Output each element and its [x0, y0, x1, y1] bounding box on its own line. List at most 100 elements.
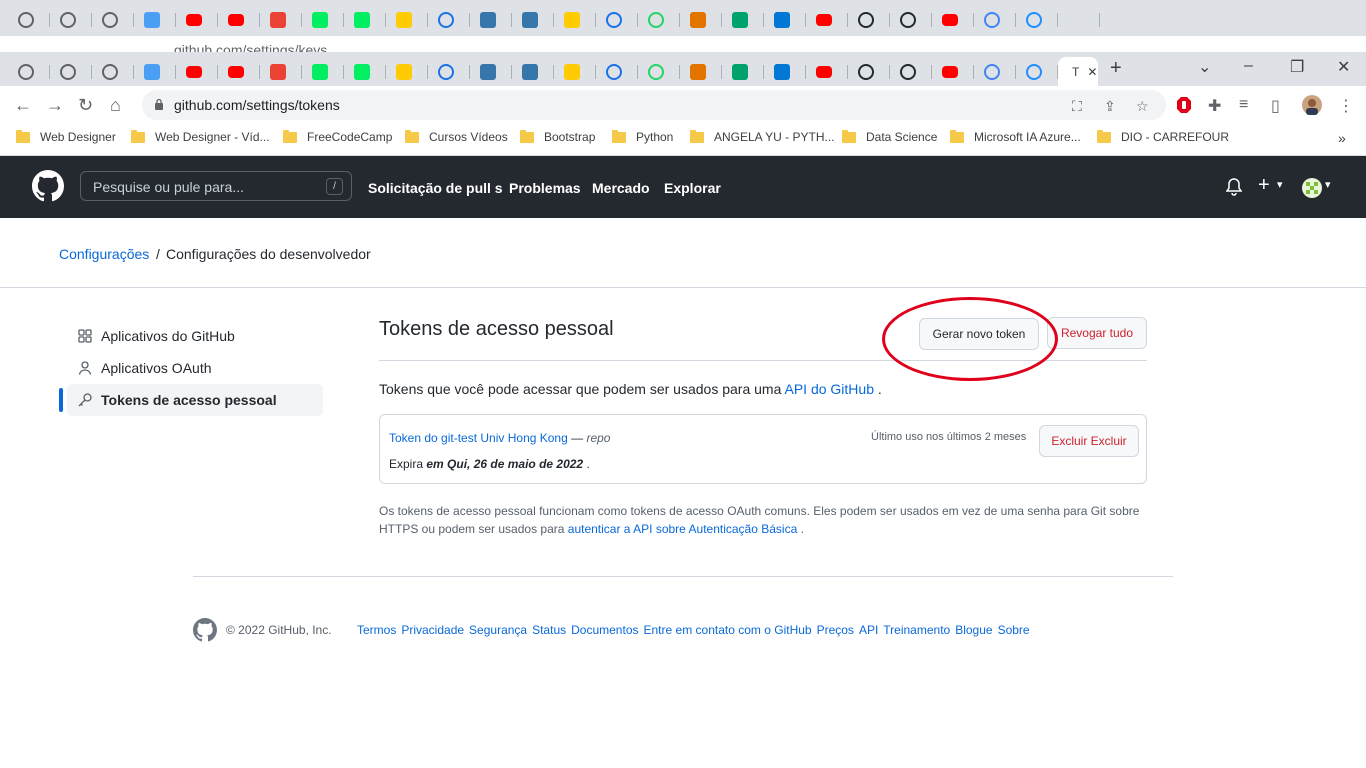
bookmark-item[interactable]: Web Designer [16, 129, 116, 144]
globe-icon [60, 11, 76, 28]
browser-tab[interactable] [596, 57, 638, 86]
browser-tab[interactable] [134, 57, 176, 86]
browser-tab[interactable] [554, 57, 596, 86]
identicon-avatar[interactable] [1302, 178, 1322, 198]
bookmark-item[interactable]: Python [612, 129, 673, 144]
browser-tab[interactable] [764, 57, 806, 86]
share-icon[interactable]: ⇪ [1104, 98, 1116, 115]
token-name-link[interactable]: Token do git-test Univ Hong Kong [389, 431, 568, 445]
footer-link[interactable]: Blogue [955, 623, 992, 637]
browser-tab[interactable] [890, 57, 932, 86]
restore-button[interactable]: ❐ [1290, 57, 1304, 77]
adblock-icon[interactable] [1176, 96, 1192, 114]
browser-tab[interactable] [92, 57, 134, 86]
extensions-icon[interactable]: ✚ [1208, 96, 1221, 116]
translate-icon[interactable]: ⛶ [1072, 98, 1082, 115]
browser-tab[interactable] [638, 57, 680, 86]
nav-explore[interactable]: Explorar [664, 180, 721, 196]
basic-auth-link[interactable]: autenticar a API sobre Autenticação Bási… [568, 522, 797, 536]
browser-tab[interactable] [302, 57, 344, 86]
nav-pull-requests[interactable]: Solicitação de pull s [368, 180, 503, 196]
chevron-down-icon[interactable]: ⌄ [1198, 57, 1211, 77]
profile-avatar[interactable] [1302, 95, 1322, 115]
close-tab-icon[interactable]: ✕ [1087, 65, 1097, 79]
minimize-button[interactable]: – [1244, 57, 1253, 75]
ghost-tab [92, 5, 134, 34]
browser-tab[interactable] [680, 57, 722, 86]
address-bar[interactable]: github.com/settings/tokens ⛶ ⇪ ☆ [142, 90, 1166, 120]
footer-link[interactable]: Privacidade [401, 623, 464, 637]
bookmark-item[interactable]: Bootstrap [520, 129, 595, 144]
browser-tab[interactable] [806, 57, 848, 86]
footer-copyright: © 2022 GitHub, Inc. [226, 623, 332, 637]
media-icon[interactable]: ≡ [1239, 96, 1248, 114]
search-input[interactable]: Pesquise ou pule para... / [80, 171, 352, 201]
menu-icon[interactable]: ⋮ [1338, 96, 1354, 116]
browser-tab[interactable] [512, 57, 554, 86]
breadcrumb-settings-link[interactable]: Configurações [59, 246, 149, 262]
bookmark-item[interactable]: Cursos Vídeos [405, 129, 508, 144]
bookmark-item[interactable]: DIO - CARREFOUR [1097, 129, 1229, 144]
sidebar-item-personal-tokens[interactable]: Tokens de acesso pessoal [67, 384, 323, 416]
browser-tab[interactable] [428, 57, 470, 86]
ghost-tab [302, 5, 344, 34]
github-api-link[interactable]: API do GitHub [784, 381, 874, 397]
browser-tab[interactable] [722, 57, 764, 86]
browser-tab[interactable] [470, 57, 512, 86]
footer-link[interactable]: API [859, 623, 878, 637]
back-icon[interactable]: ← [14, 95, 32, 116]
browser-tab[interactable] [848, 57, 890, 86]
bookmark-item[interactable]: FreeCodeCamp [283, 129, 392, 144]
footer-link[interactable]: Preços [817, 623, 854, 637]
star-icon[interactable]: ☆ [1136, 98, 1149, 115]
google-icon [984, 63, 1000, 80]
reload-icon[interactable]: ↻ [78, 95, 93, 116]
ghost-tab [176, 5, 218, 34]
user-avatar[interactable] [1302, 334, 1322, 354]
avatar-caret-icon[interactable]: ▾ [1325, 178, 1331, 191]
nav-marketplace[interactable]: Mercado [592, 180, 650, 196]
bookmarks-overflow-icon[interactable]: » [1338, 130, 1346, 146]
new-tab-button[interactable]: + [1110, 57, 1122, 80]
footer-link[interactable]: Termos [357, 623, 396, 637]
browser-tab[interactable] [974, 57, 1016, 86]
browser-tab[interactable] [344, 57, 386, 86]
footer-link[interactable]: Status [532, 623, 566, 637]
browser-tab[interactable] [260, 57, 302, 86]
browser-tab[interactable] [386, 57, 428, 86]
bookmark-item[interactable]: Web Designer - Víd... [131, 129, 270, 144]
footer-link[interactable]: Documentos [571, 623, 638, 637]
sidebar-item-github-apps[interactable]: Aplicativos do GitHub [67, 320, 323, 352]
bell-icon[interactable] [1226, 178, 1242, 196]
sidebar-item-oauth-apps[interactable]: Aplicativos OAuth [67, 352, 323, 384]
browser-tab[interactable] [8, 57, 50, 86]
sidepanel-icon[interactable]: ▯ [1271, 96, 1280, 116]
ghost-tab [848, 5, 890, 34]
browser-tab[interactable] [176, 57, 218, 86]
bookmark-item[interactable]: Data Science [842, 129, 937, 144]
github-footer-logo-icon[interactable] [193, 618, 217, 642]
footer-link[interactable]: Sobre [998, 623, 1030, 637]
browser-tab[interactable] [1016, 57, 1058, 86]
browser-tab[interactable] [932, 57, 974, 86]
browser-tab[interactable] [50, 57, 92, 86]
apps-grid-icon [78, 329, 92, 343]
github-logo-icon[interactable] [32, 170, 64, 202]
browser-tab[interactable] [218, 57, 260, 86]
forward-icon[interactable]: → [46, 95, 64, 116]
token-expiration: Expira em Qui, 26 de maio de 2022 . [389, 457, 590, 471]
revoke-all-button[interactable]: Revogar tudo [1047, 317, 1147, 349]
bookmark-item[interactable]: Microsoft IA Azure... [950, 129, 1081, 144]
delete-token-button[interactable]: Excluir Excluir [1039, 425, 1139, 457]
footer-link[interactable]: Entre em contato com o GitHub [644, 623, 812, 637]
home-icon[interactable]: ⌂ [110, 95, 121, 116]
nav-issues[interactable]: Problemas [509, 180, 581, 196]
browser-tab[interactable]: T ✕ [1058, 57, 1098, 86]
footer-link[interactable]: Segurança [469, 623, 527, 637]
search-placeholder: Pesquise ou pule para... [93, 179, 244, 195]
close-window-button[interactable]: ✕ [1337, 57, 1350, 77]
bookmark-item[interactable]: ANGELA YU - PYTH... [690, 129, 834, 144]
chevron-down-icon[interactable]: ▾ [1277, 178, 1283, 191]
footer-link[interactable]: Treinamento [883, 623, 950, 637]
plus-icon[interactable]: + [1258, 174, 1270, 197]
